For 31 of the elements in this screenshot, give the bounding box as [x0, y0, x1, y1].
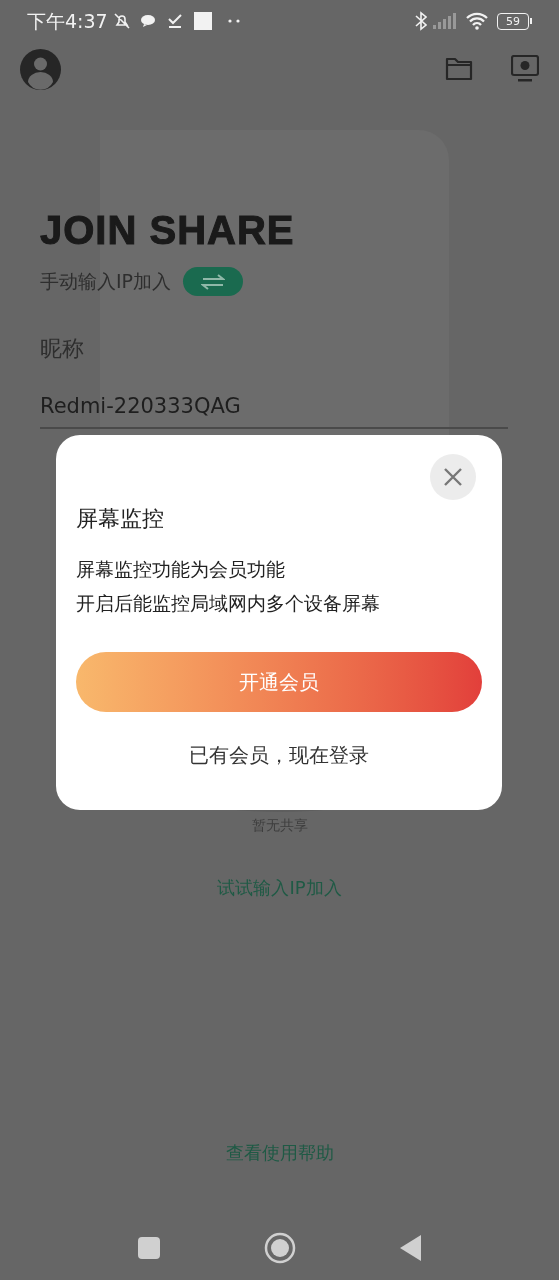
- dots-icon: [227, 19, 240, 23]
- login-link[interactable]: 已有会员，现在登录: [189, 740, 369, 770]
- mode-label: 手动输入IP加入: [40, 269, 172, 295]
- app-title: JOIN SHARE: [40, 208, 296, 252]
- manual-ip-link[interactable]: 试试输入IP加入: [217, 873, 342, 901]
- signal-icon: [433, 13, 457, 29]
- dialog-title: 屏幕监控: [76, 505, 165, 533]
- folder-icon[interactable]: [445, 56, 473, 82]
- square-icon: [193, 12, 212, 30]
- back-button[interactable]: [399, 1235, 422, 1261]
- close-button[interactable]: [430, 454, 476, 500]
- battery-icon: 59: [497, 12, 532, 30]
- swap-icon: [201, 273, 226, 290]
- help-link[interactable]: 查看使用帮助: [225, 1138, 334, 1166]
- status-time: 下午4:37: [27, 8, 108, 34]
- dialog-text: 屏幕监控功能为会员功能: [76, 557, 286, 582]
- avatar-icon[interactable]: [20, 48, 61, 90]
- activate-membership-button[interactable]: 开通会员: [76, 652, 482, 712]
- recents-button[interactable]: [137, 1237, 160, 1259]
- nickname-field[interactable]: Redmi-220333QAG: [40, 391, 508, 429]
- home-button[interactable]: [263, 1232, 296, 1264]
- nickname-label: 昵称: [40, 335, 85, 363]
- chat-icon: [139, 14, 156, 28]
- bluetooth-icon: [415, 11, 427, 31]
- wifi-icon: [465, 12, 489, 30]
- close-icon: [444, 468, 462, 486]
- monitor-icon[interactable]: [511, 55, 539, 83]
- mode-toggle[interactable]: [183, 267, 244, 296]
- check-icon: [167, 13, 182, 29]
- muted-bell-icon: [111, 11, 132, 31]
- dialog-text: 开启后能监控局域网内多个设备屏幕: [76, 591, 381, 616]
